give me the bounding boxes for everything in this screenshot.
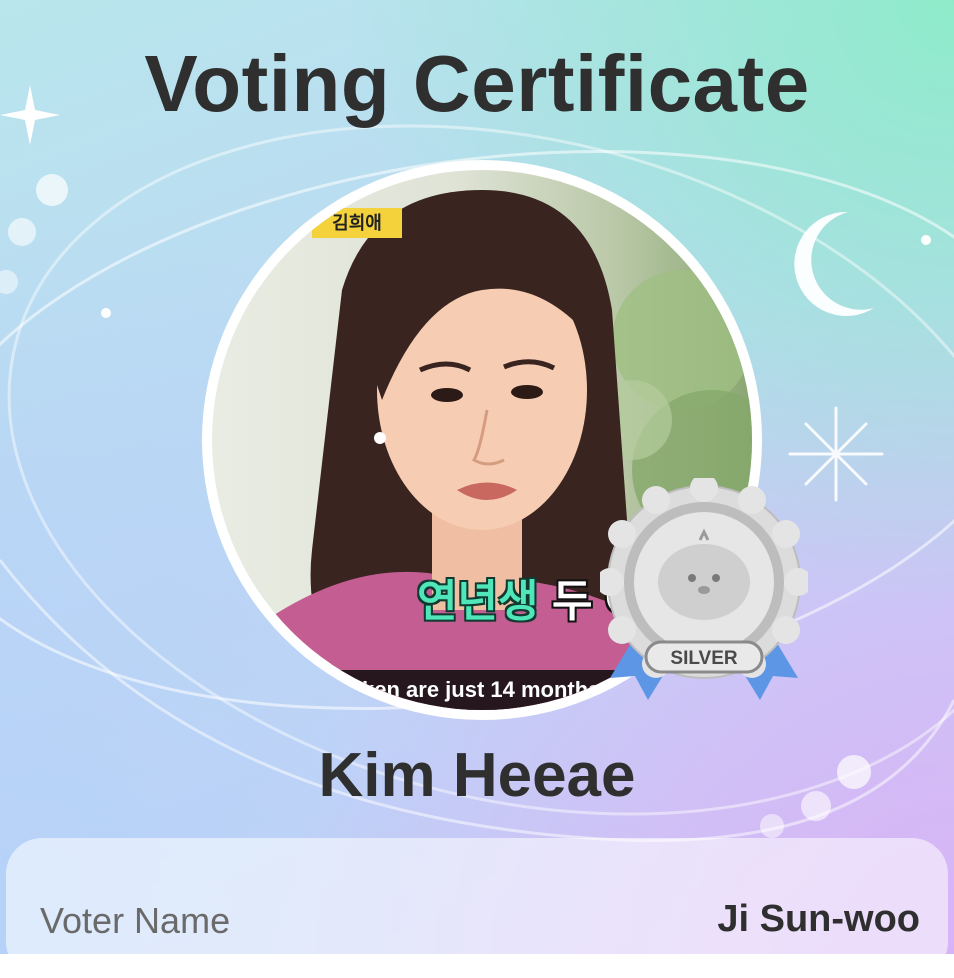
photo-subtitle-english: ken are just 14 months (362, 677, 601, 702)
candidate-name: Kim Heeae (318, 741, 636, 810)
silver-medal-badge: SILVER (596, 474, 812, 718)
silver-medal-icon (596, 474, 812, 700)
voter-name-label: Voter Name (40, 900, 231, 941)
certificate-title: Voting Certificate (144, 39, 810, 128)
photo-caption-korean-highlight: 연년생 (417, 577, 539, 626)
voter-name-value: Ji Sun-woo (717, 898, 920, 940)
badge-label: SILVER (670, 648, 738, 669)
photo-name-tag: 김희애 (312, 208, 402, 238)
crescent-moon-icon (794, 211, 874, 316)
